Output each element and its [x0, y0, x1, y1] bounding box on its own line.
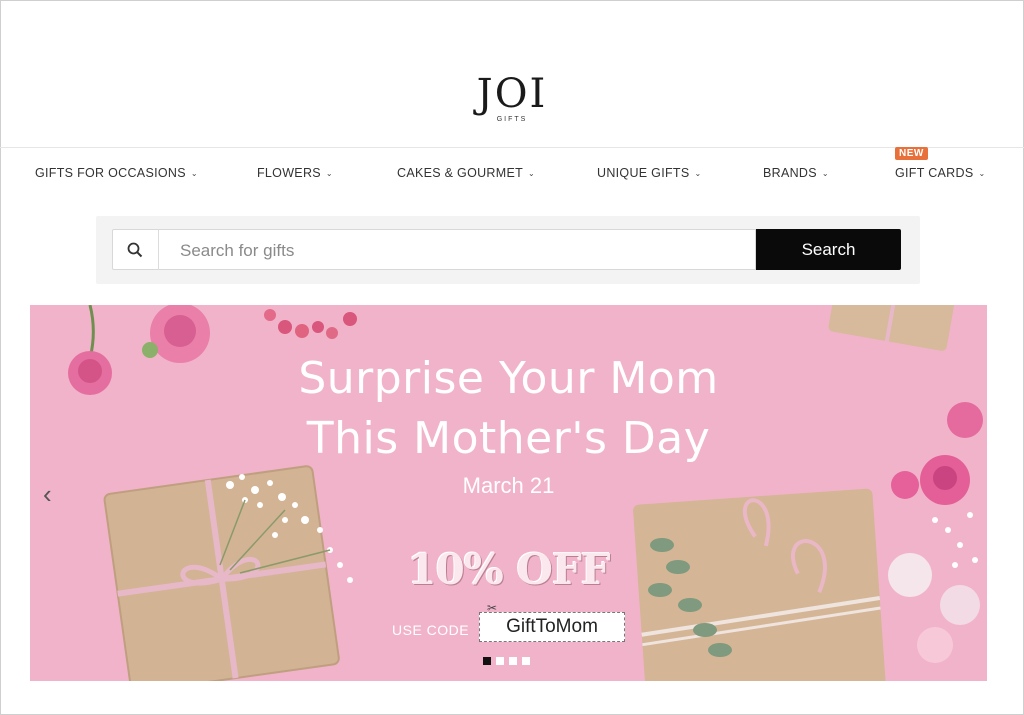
use-code-label: USE CODE: [392, 622, 470, 638]
nav-label: UNIQUE GIFTS: [597, 166, 690, 180]
hero-banner[interactable]: Surprise Your Mom This Mother's Day Marc…: [30, 305, 987, 681]
nav-cakes-gourmet[interactable]: CAKES & GOURMET ⌄: [397, 166, 535, 180]
chevron-down-icon: ⌄: [325, 169, 333, 178]
nav-flowers[interactable]: FLOWERS ⌄: [257, 166, 333, 180]
carousel-dot[interactable]: [483, 657, 491, 665]
new-badge: NEW: [895, 147, 928, 160]
carousel-dots: [483, 657, 530, 665]
search-icon[interactable]: [112, 229, 159, 270]
logo-subtitle: GIFTS: [496, 116, 528, 123]
discount-text: 10% OFF: [407, 545, 610, 594]
nav-brands[interactable]: BRANDS ⌄: [763, 166, 829, 180]
chevron-down-icon: ⌄: [821, 169, 829, 178]
nav-label: GIFTS FOR OCCASIONS: [35, 166, 186, 180]
nav-divider: [0, 147, 1024, 148]
nav-label: FLOWERS: [257, 166, 321, 180]
promo-code[interactable]: GiftToMom: [479, 612, 625, 642]
nav-label: GIFT CARDS: [895, 166, 974, 180]
carousel-dot[interactable]: [509, 657, 517, 665]
chevron-left-icon[interactable]: ‹: [43, 479, 52, 510]
banner-headline-line-2: This Mother's Day: [306, 413, 711, 464]
site-logo[interactable]: JOI GIFTS: [462, 72, 562, 123]
nav-unique-gifts[interactable]: UNIQUE GIFTS ⌄: [597, 166, 702, 180]
nav-gifts-for-occasions[interactable]: GIFTS FOR OCCASIONS ⌄: [35, 166, 198, 180]
banner-date: March 21: [462, 473, 555, 498]
banner-headline-line-1: Surprise Your Mom: [298, 353, 719, 404]
chevron-down-icon: ⌄: [978, 169, 986, 178]
carousel-dot[interactable]: [496, 657, 504, 665]
chevron-down-icon: ⌄: [190, 169, 198, 178]
search-input[interactable]: [165, 231, 762, 270]
carousel-dot[interactable]: [522, 657, 530, 665]
chevron-down-icon: ⌄: [694, 169, 702, 178]
nav-gift-cards[interactable]: GIFT CARDS ⌄: [895, 166, 986, 180]
nav-label: BRANDS: [763, 166, 817, 180]
chevron-down-icon: ⌄: [528, 169, 536, 178]
search-button[interactable]: Search: [756, 229, 901, 270]
nav-label: CAKES & GOURMET: [397, 166, 524, 180]
logo-wordmark: JOI: [476, 71, 548, 117]
